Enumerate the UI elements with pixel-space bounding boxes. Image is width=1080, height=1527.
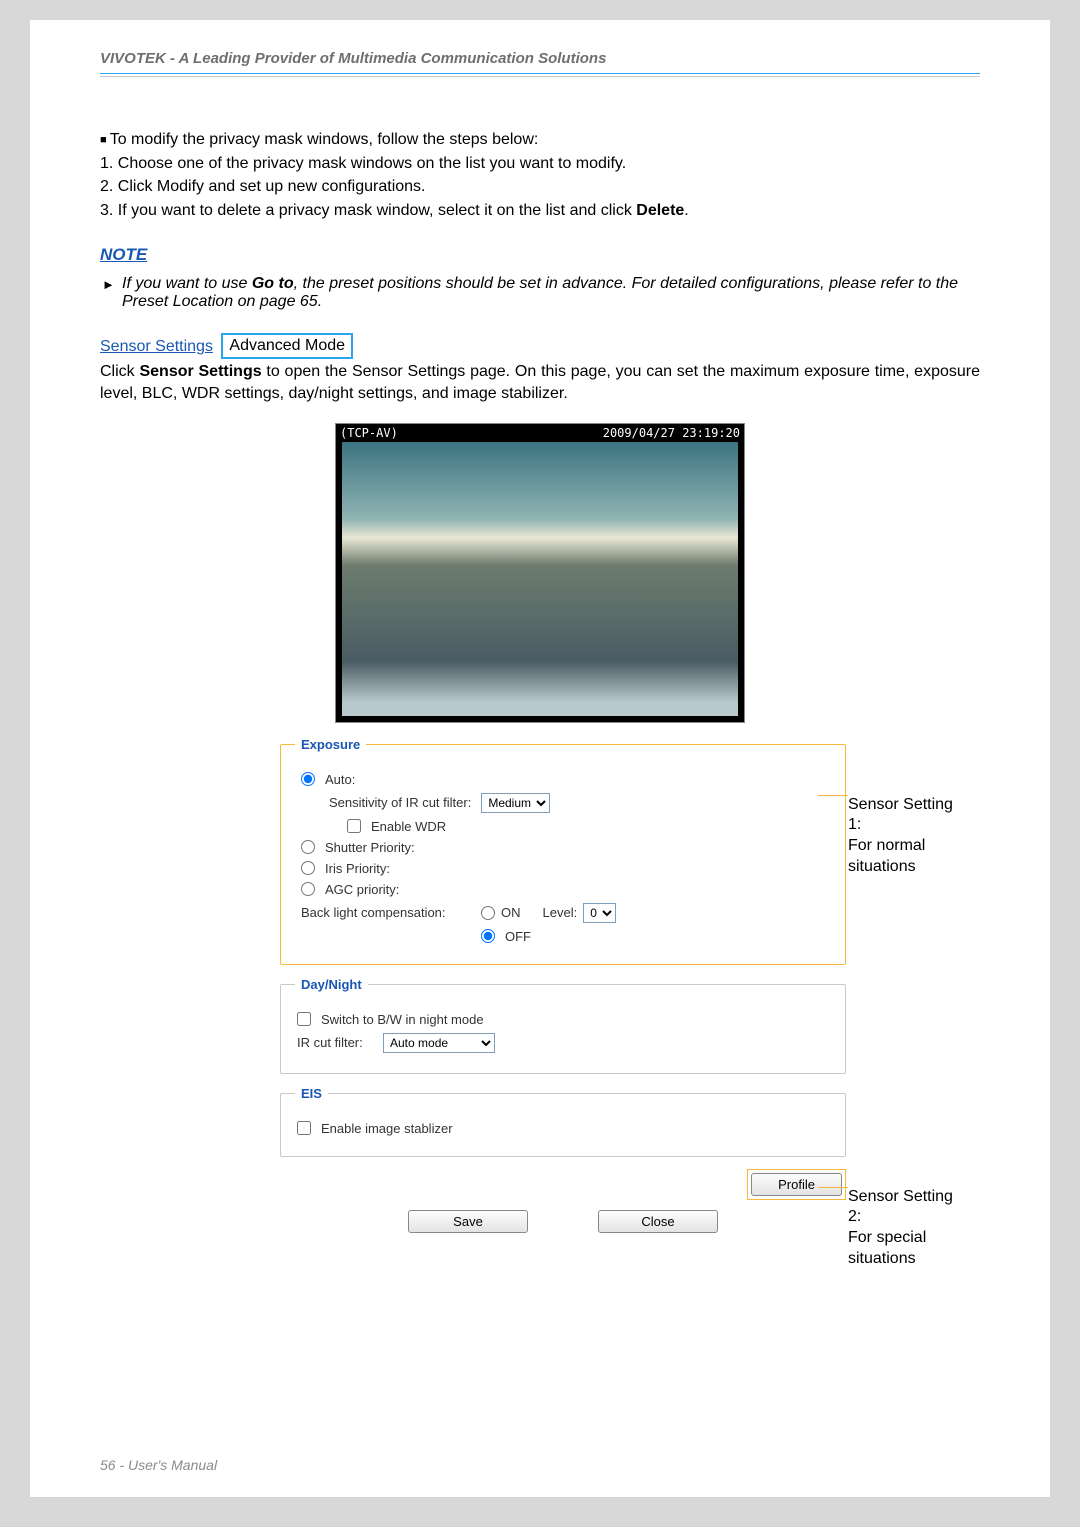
- save-button[interactable]: Save: [408, 1210, 528, 1233]
- blc-row: Back light compensation: ON Level: 0: [301, 903, 831, 923]
- video-preview-wrap: (TCP-AV) 2009/04/27 23:19:20: [290, 423, 790, 723]
- switch-bw-checkbox[interactable]: [297, 1012, 311, 1026]
- intro-bullet: To modify the privacy mask windows, foll…: [100, 129, 980, 151]
- blc-on-radio[interactable]: [481, 906, 495, 920]
- eis-enable-label: Enable image stablizer: [321, 1121, 453, 1136]
- profile-highlight: Profile: [747, 1169, 846, 1200]
- callout-1-body: For normal situations: [848, 837, 925, 875]
- eis-enable-row[interactable]: Enable image stablizer: [297, 1121, 831, 1136]
- video-preview: (TCP-AV) 2009/04/27 23:19:20: [335, 423, 745, 723]
- exposure-legend: Exposure: [295, 737, 366, 752]
- ircut-sensitivity-select[interactable]: Medium: [481, 793, 550, 813]
- video-preview-name: (TCP-AV): [340, 426, 398, 440]
- daynight-group: Day/Night Switch to B/W in night mode IR…: [280, 977, 846, 1074]
- iris-priority-label: Iris Priority:: [325, 861, 390, 876]
- divider: [100, 76, 980, 77]
- page-footer: 56 - User's Manual: [100, 1457, 217, 1473]
- ircut-sensitivity-label: Sensitivity of IR cut filter:: [329, 795, 471, 810]
- blc-on-wrap[interactable]: ON: [481, 905, 521, 920]
- agc-priority-row[interactable]: AGC priority:: [301, 882, 831, 897]
- content: To modify the privacy mask windows, foll…: [30, 87, 1050, 1233]
- intro-step-3-bold: Delete: [636, 202, 684, 219]
- profile-row: Profile: [280, 1169, 846, 1200]
- eis-enable-checkbox[interactable]: [297, 1121, 311, 1135]
- video-preview-scene: [342, 442, 738, 716]
- shutter-priority-label: Shutter Priority:: [325, 840, 415, 855]
- note-heading: NOTE: [100, 245, 980, 265]
- profile-button[interactable]: Profile: [751, 1173, 842, 1196]
- callout-sensor-setting-2: Sensor Setting 2: For special situations: [848, 1187, 955, 1270]
- switch-bw-label: Switch to B/W in night mode: [321, 1012, 484, 1027]
- shutter-priority-row[interactable]: Shutter Priority:: [301, 840, 831, 855]
- page: VIVOTEK - A Leading Provider of Multimed…: [30, 20, 1050, 1497]
- note-prefix: If you want to use: [122, 275, 252, 292]
- note-bold: Go to: [252, 275, 294, 292]
- switch-bw-row[interactable]: Switch to B/W in night mode: [297, 1012, 831, 1027]
- callout-2-leader: [818, 1187, 848, 1188]
- ircut-sensitivity-row: Sensitivity of IR cut filter: Medium: [329, 793, 831, 813]
- video-preview-timestamp: 2009/04/27 23:19:20: [603, 426, 740, 440]
- blc-label: Back light compensation:: [301, 905, 459, 920]
- intro-step-1: 1. Choose one of the privacy mask window…: [100, 153, 980, 175]
- intro-step-2: 2. Click Modify and set up new configura…: [100, 176, 980, 198]
- blc-level-wrap: Level: 0: [543, 903, 617, 923]
- exposure-auto-radio[interactable]: [301, 772, 315, 786]
- ircut-filter-row: IR cut filter: Auto mode: [297, 1033, 831, 1053]
- header-title: VIVOTEK - A Leading Provider of Multimed…: [100, 50, 980, 74]
- blc-level-select[interactable]: 0: [583, 903, 616, 923]
- intro-step-3-suffix: .: [684, 202, 688, 219]
- blc-off-row[interactable]: OFF: [481, 929, 831, 944]
- save-close-row: Save Close: [280, 1210, 846, 1233]
- callout-sensor-setting-1: Sensor Setting 1: For normal situations: [848, 795, 955, 878]
- intro-step-3-prefix: 3. If you want to delete a privacy mask …: [100, 202, 636, 219]
- enable-wdr-label: Enable WDR: [371, 819, 446, 834]
- shutter-priority-radio[interactable]: [301, 840, 315, 854]
- agc-priority-radio[interactable]: [301, 882, 315, 896]
- advanced-mode-badge: Advanced Mode: [221, 333, 353, 359]
- exposure-auto-label: Auto:: [325, 772, 355, 787]
- close-button[interactable]: Close: [598, 1210, 718, 1233]
- callout-1-title: Sensor Setting 1:: [848, 796, 953, 834]
- note-body: If you want to use Go to, the preset pos…: [100, 275, 980, 311]
- ircut-filter-label: IR cut filter:: [297, 1035, 373, 1050]
- sensor-settings-header: Sensor Settings Advanced Mode: [100, 333, 980, 359]
- blc-on-label: ON: [501, 905, 521, 920]
- sensor-settings-link[interactable]: Sensor Settings: [100, 338, 213, 355]
- blc-off-label: OFF: [505, 929, 531, 944]
- blc-off-radio[interactable]: [481, 929, 495, 943]
- exposure-group: Exposure Auto: Sensitivity of IR cut fil…: [280, 737, 846, 965]
- eis-group: EIS Enable image stablizer: [280, 1086, 846, 1157]
- callout-2-body: For special situations: [848, 1229, 926, 1267]
- eis-legend: EIS: [295, 1086, 328, 1101]
- daynight-legend: Day/Night: [295, 977, 368, 992]
- iris-priority-row[interactable]: Iris Priority:: [301, 861, 831, 876]
- sensor-desc-bold: Sensor Settings: [139, 363, 261, 380]
- intro-step-3: 3. If you want to delete a privacy mask …: [100, 200, 980, 222]
- sensor-desc-prefix: Click: [100, 363, 139, 380]
- settings-panel: Exposure Auto: Sensitivity of IR cut fil…: [280, 737, 846, 1233]
- enable-wdr-row[interactable]: Enable WDR: [347, 819, 831, 834]
- sensor-settings-desc: Click Sensor Settings to open the Sensor…: [100, 361, 980, 404]
- agc-priority-label: AGC priority:: [325, 882, 399, 897]
- exposure-auto-row[interactable]: Auto:: [301, 772, 831, 787]
- iris-priority-radio[interactable]: [301, 861, 315, 875]
- blc-level-label: Level:: [543, 905, 578, 920]
- ircut-filter-select[interactable]: Auto mode: [383, 1033, 495, 1053]
- header: VIVOTEK - A Leading Provider of Multimed…: [30, 20, 1050, 87]
- settings-row: Exposure Auto: Sensitivity of IR cut fil…: [280, 737, 955, 1233]
- callout-1-leader: [818, 795, 848, 796]
- enable-wdr-checkbox[interactable]: [347, 819, 361, 833]
- callout-2-title: Sensor Setting 2:: [848, 1188, 953, 1226]
